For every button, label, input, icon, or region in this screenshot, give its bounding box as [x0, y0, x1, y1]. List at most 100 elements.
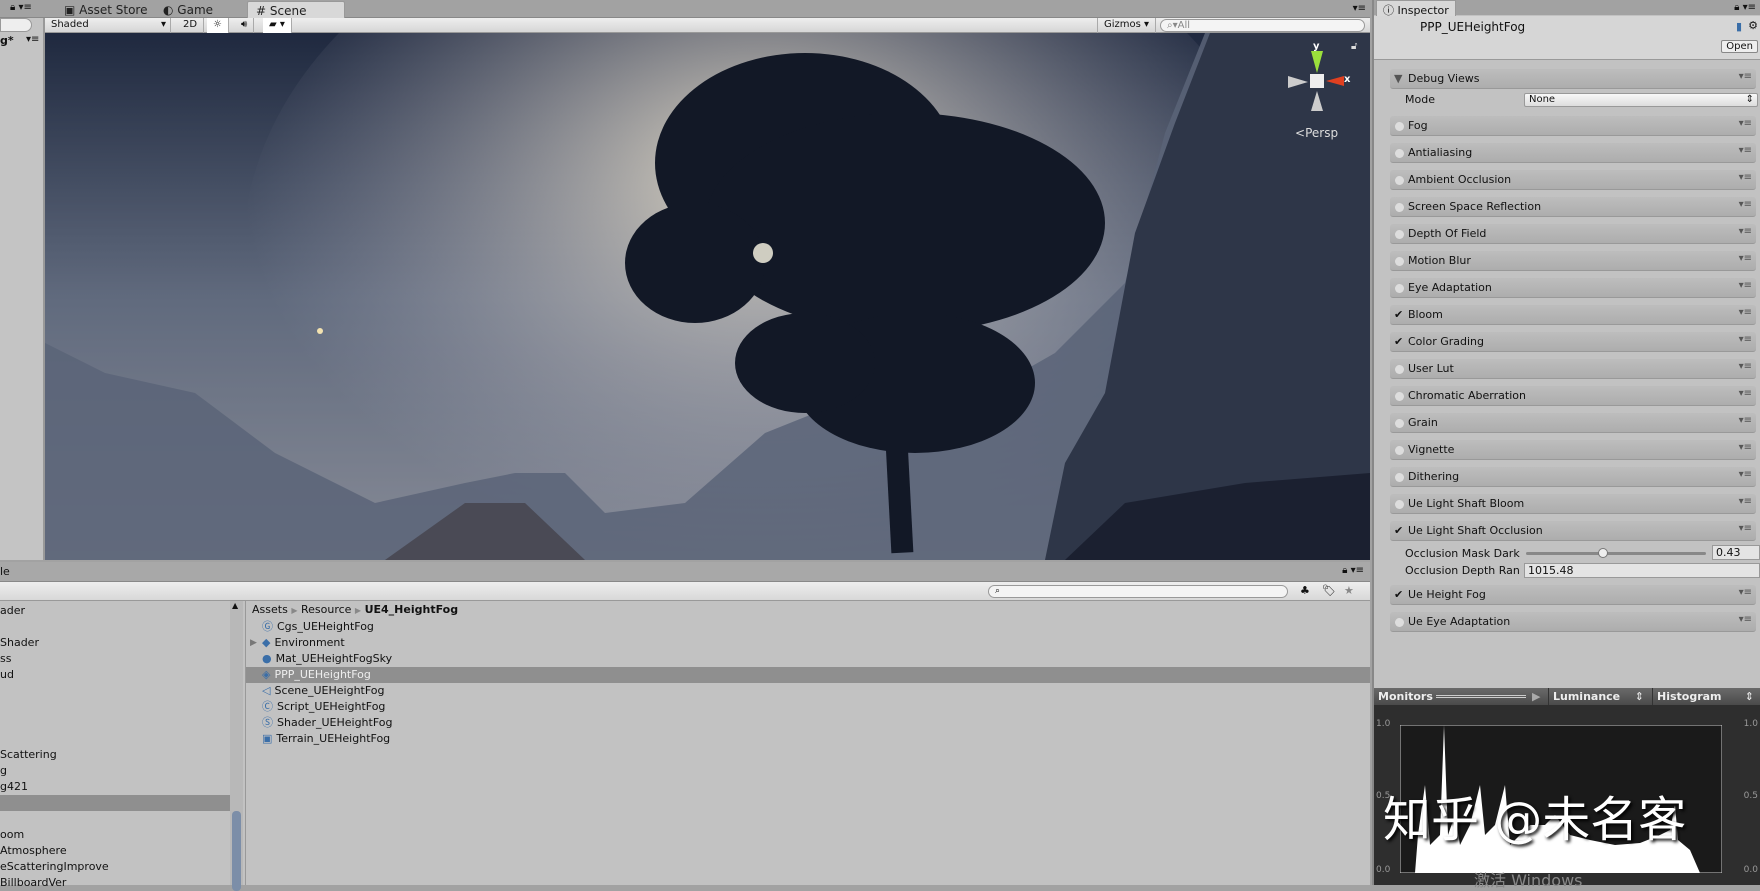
tree-item[interactable] [0, 715, 230, 731]
disabled-toggle-icon[interactable] [1395, 257, 1404, 266]
tree-scrollbar[interactable]: ▲ [230, 601, 243, 891]
scrollbar-thumb[interactable] [232, 811, 241, 891]
mode-dropdown[interactable]: None ⇕ [1524, 93, 1758, 107]
breadcrumb-current[interactable]: UE4_HeightFog [365, 603, 459, 616]
filter-by-label-icon[interactable]: 🏷︎ [1322, 584, 1336, 597]
tab-console[interactable]: le [0, 565, 10, 578]
component-ue-light-shaft-occlusion[interactable]: ✔ Ue Light Shaft Occlusion ▾≡ [1390, 521, 1756, 541]
component-menu-icon[interactable]: ▾≡ [1739, 496, 1752, 507]
file-item[interactable]: ◁ Scene_UEHeightFog [246, 683, 1370, 699]
monitor-type-dropdown[interactable]: Histogram ⇕ [1652, 688, 1758, 705]
tab-asset-store[interactable]: ▣ Asset Store [56, 1, 156, 18]
projection-toggle[interactable]: <Persp [1295, 126, 1338, 140]
breadcrumb-resource[interactable]: Resource [301, 603, 351, 616]
component-menu-icon[interactable]: ▾≡ [1739, 442, 1752, 453]
expand-arrow-icon[interactable]: ▶ [250, 635, 257, 651]
scene-search-input[interactable]: ⌕▾All [1160, 19, 1365, 32]
component-menu-icon[interactable]: ▾≡ [1739, 523, 1752, 534]
tree-item[interactable]: Atmosphere [0, 843, 230, 859]
component-menu-icon[interactable]: ▾≡ [1739, 469, 1752, 480]
checkmark-icon[interactable]: ✔ [1394, 524, 1403, 537]
shading-mode-dropdown[interactable]: Shaded ▾ [45, 18, 171, 33]
component-screen-space-reflection[interactable]: Screen Space Reflection ▾≡ [1390, 197, 1756, 217]
tree-item[interactable] [0, 811, 230, 827]
component-menu-icon[interactable]: ▾≡ [1739, 388, 1752, 399]
file-item[interactable]: ▶ ◆ Environment [246, 635, 1370, 651]
tree-item[interactable] [0, 699, 230, 715]
component-ue-light-shaft-bloom[interactable]: Ue Light Shaft Bloom ▾≡ [1390, 494, 1756, 514]
scene-viewport[interactable]: y x 🔓︎ <Persp [45, 33, 1370, 560]
occlusion-depth-range-input[interactable]: 1015.48 [1524, 563, 1760, 578]
disabled-toggle-icon[interactable] [1395, 419, 1404, 428]
component-menu-icon[interactable]: ▾≡ [1739, 172, 1752, 183]
component-dithering[interactable]: Dithering ▾≡ [1390, 467, 1756, 487]
tree-item[interactable]: ader [0, 603, 230, 619]
tree-item[interactable]: ud [0, 667, 230, 683]
disabled-toggle-icon[interactable] [1395, 446, 1404, 455]
tree-item[interactable] [0, 683, 230, 699]
component-ue-height-fog[interactable]: ✔ Ue Height Fog ▾≡ [1390, 585, 1756, 605]
disabled-toggle-icon[interactable] [1395, 122, 1404, 131]
disabled-toggle-icon[interactable] [1395, 284, 1404, 293]
disabled-toggle-icon[interactable] [1395, 149, 1404, 158]
favorites-icon[interactable]: ★ [1344, 584, 1354, 597]
project-search-input[interactable]: ⌕ [988, 585, 1288, 598]
disabled-toggle-icon[interactable] [1395, 365, 1404, 374]
component-antialiasing[interactable]: Antialiasing ▾≡ [1390, 143, 1756, 163]
disabled-toggle-icon[interactable] [1395, 203, 1404, 212]
effects-toggle-icon[interactable]: ▰ ▾ [263, 18, 292, 33]
component-bloom[interactable]: ✔ Bloom ▾≡ [1390, 305, 1756, 325]
component-menu-icon[interactable]: ▾≡ [1739, 415, 1752, 426]
audio-toggle-icon[interactable]: 🔊︎ [235, 18, 255, 33]
tree-item[interactable]: g [0, 763, 230, 779]
open-button[interactable]: Open [1721, 40, 1758, 53]
gizmos-dropdown[interactable]: Gizmos ▾ [1097, 18, 1157, 33]
slider-knob[interactable] [1598, 548, 1609, 558]
lock-icon[interactable]: 🔒︎ ▾≡ [10, 2, 32, 13]
tree-item[interactable] [0, 731, 230, 747]
occlusion-mask-dark-slider[interactable] [1526, 548, 1706, 558]
component-grain[interactable]: Grain ▾≡ [1390, 413, 1756, 433]
2d-toggle[interactable]: 2D [177, 18, 205, 33]
filter-by-type-icon[interactable]: ♣ [1300, 584, 1310, 597]
hierarchy-search[interactable] [0, 18, 32, 32]
occlusion-mask-dark-input[interactable]: 0.43 [1712, 545, 1760, 560]
lighting-toggle-icon[interactable]: ☼ [207, 18, 229, 33]
component-menu-icon[interactable]: ▾≡ [1739, 118, 1752, 129]
tab-scene[interactable]: # Scene [247, 1, 345, 18]
tree-item[interactable]: oom [0, 827, 230, 843]
component-menu-icon[interactable]: ▾≡ [1739, 145, 1752, 156]
tab-game[interactable]: ◐ Game [155, 1, 221, 18]
panel-menu-icon[interactable]: 🔒︎ ▾≡ [1342, 565, 1364, 576]
file-item[interactable]: Ⓖ Cgs_UEHeightFog [246, 619, 1370, 635]
orientation-gizmo[interactable]: y x [1288, 41, 1350, 121]
disabled-toggle-icon[interactable] [1395, 176, 1404, 185]
component-ue-eye-adaptation[interactable]: Ue Eye Adaptation ▾≡ [1390, 612, 1756, 632]
lock-icon[interactable]: 🔓︎ [1351, 41, 1357, 52]
breadcrumb-assets[interactable]: Assets [252, 603, 288, 616]
panel-menu-icon[interactable]: 🔒︎ ▾≡ [1734, 2, 1756, 13]
file-item[interactable]: ● Mat_UEHeightFogSky [246, 651, 1370, 667]
panel-menu-icon[interactable]: ▾≡ [1353, 3, 1366, 14]
channel-dropdown[interactable]: Luminance ⇕ [1548, 688, 1648, 705]
component-menu-icon[interactable]: ▾≡ [1739, 253, 1752, 264]
component-menu-icon[interactable]: ▾≡ [1739, 226, 1752, 237]
component-ambient-occlusion[interactable]: Ambient Occlusion ▾≡ [1390, 170, 1756, 190]
tree-item[interactable]: ss [0, 651, 230, 667]
disabled-toggle-icon[interactable] [1395, 473, 1404, 482]
tree-item[interactable]: eScatteringImprove [0, 859, 230, 875]
component-user-lut[interactable]: User Lut ▾≡ [1390, 359, 1756, 379]
tree-item[interactable]: Shader [0, 635, 230, 651]
component-menu-icon[interactable]: ▾≡ [1739, 307, 1752, 318]
component-menu-icon[interactable]: ▾≡ [1739, 280, 1752, 291]
component-vignette[interactable]: Vignette ▾≡ [1390, 440, 1756, 460]
disabled-toggle-icon[interactable] [1395, 500, 1404, 509]
disabled-toggle-icon[interactable] [1395, 392, 1404, 401]
checkmark-icon[interactable]: ✔ [1394, 335, 1403, 348]
tree-item[interactable] [0, 619, 230, 635]
tree-item[interactable]: BillboardVer [0, 875, 230, 891]
component-menu-icon[interactable]: ▾≡ [1739, 71, 1752, 82]
debug-views-header[interactable]: ▼ Debug Views ▾≡ [1390, 69, 1756, 89]
component-menu-icon[interactable]: ▾≡ [1739, 361, 1752, 372]
tab-inspector[interactable]: ⓘ Inspector [1376, 0, 1456, 17]
